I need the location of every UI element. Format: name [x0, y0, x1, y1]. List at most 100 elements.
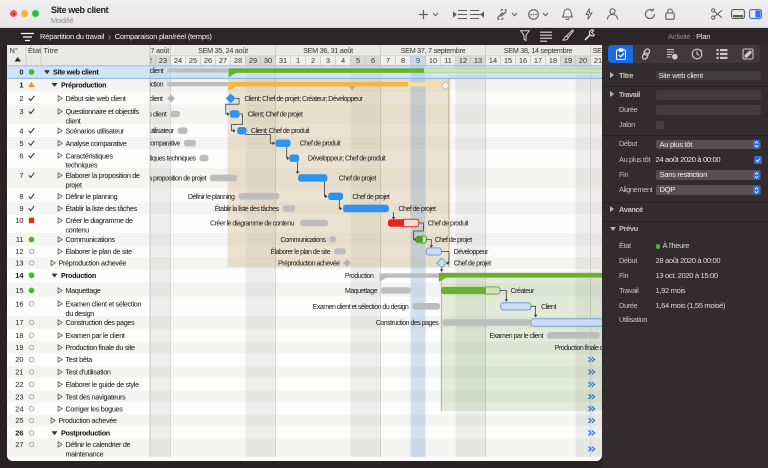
- svg-text:7: 7: [386, 56, 390, 65]
- svg-text:25: 25: [189, 56, 197, 65]
- svg-text:20: 20: [15, 355, 23, 364]
- svg-text:11: 11: [444, 56, 452, 65]
- svg-text:19: 19: [564, 56, 572, 65]
- svg-text:Début site web client: Début site web client: [66, 94, 126, 103]
- svg-text:8: 8: [19, 192, 23, 201]
- svg-text:Élaborer le plan de site: Élaborer le plan de site: [66, 247, 133, 256]
- svg-text:techniques: techniques: [66, 161, 98, 170]
- svg-text:Production finale du site: Production finale du site: [555, 345, 602, 352]
- svg-text:Production achevée: Production achevée: [59, 416, 117, 425]
- svg-text:2: 2: [311, 56, 315, 65]
- svg-text:16: 16: [15, 299, 23, 308]
- svg-text:Chef de projet: Chef de projet: [339, 175, 377, 182]
- svg-text:26: 26: [204, 56, 212, 65]
- svg-text:20: 20: [579, 56, 587, 65]
- svg-text:Définir le calendrier de: Définir le calendrier de: [66, 440, 131, 449]
- svg-text:Caractéristiques: Caractéristiques: [66, 151, 114, 160]
- svg-text:6: 6: [371, 56, 375, 65]
- svg-text:Définir le planning: Définir le planning: [66, 192, 118, 201]
- svg-text:Élaborer le guide de style: Élaborer le guide de style: [66, 380, 140, 389]
- svg-text:Client: Client: [541, 304, 556, 311]
- svg-text:27: 27: [219, 56, 227, 65]
- svg-text:17: 17: [15, 318, 23, 327]
- svg-text:14: 14: [15, 271, 24, 280]
- svg-text:Examen par le client: Examen par le client: [489, 333, 543, 340]
- svg-text:Analyse comparative: Analyse comparative: [66, 139, 127, 148]
- svg-text:Créateur: Créateur: [511, 288, 535, 295]
- svg-text:5: 5: [356, 56, 360, 65]
- svg-text:Construction des pages: Construction des pages: [66, 318, 136, 327]
- svg-text:Test bêta: Test bêta: [66, 355, 93, 364]
- svg-text:25: 25: [15, 416, 23, 425]
- svg-text:Titre: Titre: [44, 46, 59, 55]
- svg-text:Test des navigateurs: Test des navigateurs: [66, 392, 127, 401]
- svg-text:9: 9: [19, 204, 23, 213]
- svg-text:Corriger les bogues: Corriger les bogues: [66, 404, 124, 413]
- svg-text:Construction des pages: Construction des pages: [376, 320, 440, 327]
- svg-text:Client; Chef de produit: Client; Chef de produit: [251, 128, 310, 135]
- svg-text:Chef de projet: Chef de projet: [399, 206, 437, 213]
- svg-text:Production finale du site: Production finale du site: [66, 343, 136, 352]
- svg-text:1: 1: [19, 80, 23, 89]
- svg-text:7: 7: [19, 171, 23, 180]
- svg-text:23: 23: [159, 56, 167, 65]
- svg-text:15: 15: [504, 56, 512, 65]
- svg-text:du design: du design: [66, 309, 95, 318]
- svg-text:SEM 37, 7 septembre: SEM 37, 7 septembre: [401, 46, 466, 55]
- svg-text:10: 10: [429, 56, 437, 65]
- svg-text:Chef de produit: Chef de produit: [300, 141, 341, 148]
- svg-text:22: 22: [15, 380, 23, 389]
- svg-text:Chef de projet: Chef de projet: [352, 194, 390, 201]
- svg-text:SEM 35, 24 août: SEM 35, 24 août: [198, 46, 248, 55]
- svg-text:projet: projet: [66, 180, 82, 189]
- svg-text:3: 3: [19, 107, 23, 116]
- svg-text:Créer le diagramme de: Créer le diagramme de: [66, 216, 134, 225]
- svg-text:SEM 39, 21 septembre: SEM 39, 21 septembre: [593, 46, 602, 55]
- svg-text:Maquettage: Maquettage: [345, 288, 378, 295]
- svg-text:19: 19: [15, 343, 23, 352]
- svg-text:3: 3: [326, 56, 330, 65]
- svg-text:8: 8: [401, 56, 405, 65]
- svg-text:Site web client: Site web client: [53, 68, 99, 77]
- svg-text:0: 0: [19, 68, 23, 77]
- svg-text:Préproduction: Préproduction: [61, 80, 106, 89]
- svg-text:Communications: Communications: [66, 235, 116, 244]
- svg-text:31: 31: [279, 56, 287, 65]
- svg-text:Chef de produit: Chef de produit: [428, 221, 469, 228]
- svg-text:Développeur; Chef de produit: Développeur; Chef de produit: [308, 156, 386, 163]
- svg-text:SEM 38, 14 septembre: SEM 38, 14 septembre: [504, 46, 573, 55]
- svg-text:$: $: [673, 54, 676, 60]
- svg-text:Chef de projet: Chef de projet: [454, 261, 492, 268]
- svg-text:18: 18: [549, 56, 557, 65]
- svg-text:6: 6: [19, 151, 23, 160]
- svg-text:18: 18: [15, 331, 23, 340]
- svg-text:contenu: contenu: [66, 226, 90, 235]
- svg-text:23: 23: [15, 392, 23, 401]
- svg-text:24: 24: [15, 404, 23, 413]
- svg-text:27: 27: [15, 440, 23, 449]
- svg-text:Chef de projet: Chef de projet: [435, 237, 473, 244]
- svg-text:Maquettage: Maquettage: [66, 286, 101, 295]
- svg-text:12: 12: [459, 56, 467, 65]
- svg-text:15: 15: [15, 286, 23, 295]
- svg-text:Définir le planning: Définir le planning: [188, 194, 235, 201]
- svg-text:État: État: [28, 46, 41, 55]
- svg-text:13: 13: [474, 56, 482, 65]
- svg-text:Scénarios utilisateur: Scénarios utilisateur: [66, 126, 125, 135]
- svg-text:Préproduction achevée: Préproduction achevée: [278, 261, 340, 268]
- svg-text:14: 14: [489, 56, 497, 65]
- svg-text:29: 29: [249, 56, 257, 65]
- svg-text:SEM 36, 31 août: SEM 36, 31 août: [303, 46, 353, 55]
- svg-text:4: 4: [341, 56, 345, 65]
- svg-text:client: client: [66, 117, 81, 126]
- svg-text:1: 1: [296, 56, 300, 65]
- svg-text:Examen client et sélection: Examen client et sélection: [66, 299, 142, 308]
- svg-text:Développeur: Développeur: [454, 249, 489, 256]
- svg-text:Préproduction achevée: Préproduction achevée: [59, 259, 127, 268]
- svg-text:5: 5: [19, 139, 23, 148]
- svg-text:Production: Production: [61, 271, 96, 280]
- svg-text:maintenance: maintenance: [66, 450, 104, 459]
- svg-text:21: 21: [15, 368, 23, 377]
- svg-text:24: 24: [174, 56, 182, 65]
- svg-text:Élaborer la proposition de: Élaborer la proposition de: [66, 171, 140, 180]
